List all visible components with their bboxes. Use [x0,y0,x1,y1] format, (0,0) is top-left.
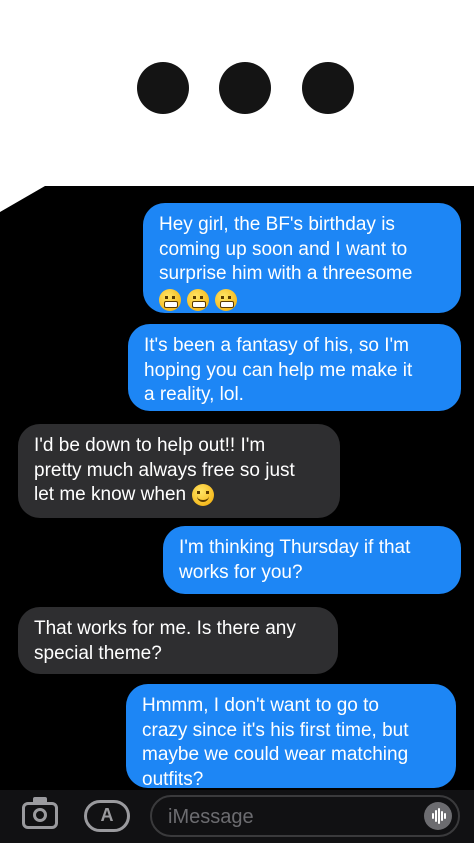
grimacing-face-icon [215,289,237,312]
emoji-row [159,289,446,313]
typing-dot [137,62,189,114]
incoming-message-bubble[interactable]: I'd be down to help out!! I'm pretty muc… [18,424,340,518]
typing-dot [219,62,271,114]
message-line-with-emoji: let me know when [34,483,325,508]
message-line: works for you? [179,561,303,583]
grimacing-face-icon [159,289,181,312]
message-line: special theme? [34,642,162,664]
screenshot-page: Hey girl, the BF's birthday is coming up… [0,0,474,843]
message-line: I'd be down to help out!! I'm [34,435,266,456]
message-line: hoping you can help me make it [144,359,413,381]
smiling-face-icon [192,483,215,506]
message-input-bar: A iMessage [0,790,474,843]
incoming-message-bubble[interactable]: That works for me. Is there any special … [18,607,338,674]
outgoing-message-bubble[interactable]: I'm thinking Thursday if that works for … [163,526,461,594]
message-line: surprise him with a threesome [159,263,413,284]
grimacing-face-icon [187,289,209,312]
imessage-input[interactable]: iMessage [150,795,460,837]
message-line: It's been a fantasy of his, so I'm [144,335,409,356]
outgoing-message-bubble[interactable]: Hmmm, I don't want to go to crazy since … [126,684,456,790]
typing-indicator [0,62,474,118]
message-line: Hmmm, I don't want to go to [142,695,379,716]
message-line: let me know when [34,484,187,505]
typing-dot [302,62,354,114]
camera-icon[interactable] [22,797,58,829]
message-line: I'm thinking Thursday if that [179,537,411,558]
message-line: pretty much always free so just [34,459,295,481]
message-line: coming up soon and I want to [159,238,408,260]
message-line: crazy since it's his first time, but [142,719,409,741]
message-line: a reality, lol. [144,384,244,405]
message-line: Hey girl, the BF's birthday is [159,214,395,235]
message-line: outfits? [142,768,204,790]
input-placeholder: iMessage [168,806,254,828]
message-line: maybe we could wear matching [142,744,409,765]
outgoing-message-bubble[interactable]: Hey girl, the BF's birthday is coming up… [143,203,461,313]
message-thread: Hey girl, the BF's birthday is coming up… [0,186,474,843]
outgoing-message-bubble[interactable]: It's been a fantasy of his, so I'm hopin… [128,324,461,411]
message-line: That works for me. Is there any [34,618,296,639]
audio-waveform-icon[interactable] [424,802,452,830]
app-store-icon[interactable]: A [84,800,130,832]
